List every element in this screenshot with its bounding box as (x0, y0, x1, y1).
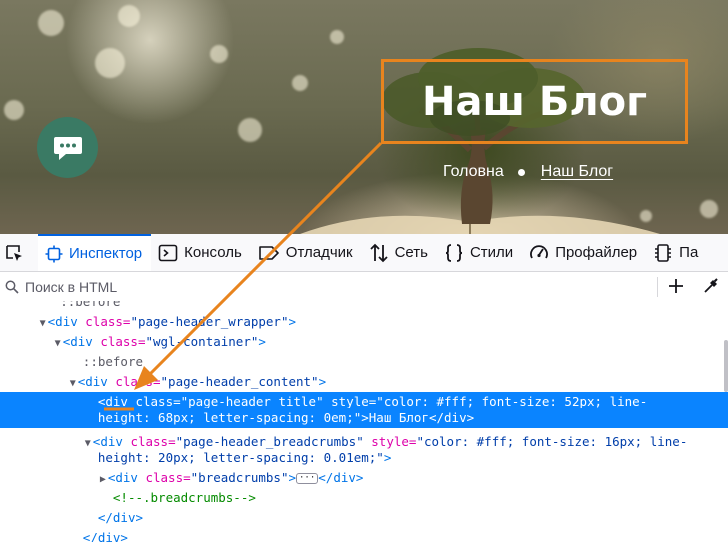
page-title: Наш Блог (421, 78, 648, 125)
tab-memory-label: Па (679, 244, 699, 261)
element-picker-button[interactable] (0, 234, 38, 271)
markup-row[interactable]: ▼ <div class="page-header_content"> (0, 372, 728, 394)
collapsed-children-button[interactable]: ··· (296, 473, 319, 484)
markup-row-selected[interactable]: height: 68px; letter-spacing: 0em;">Наш … (0, 408, 728, 428)
markup-view: ::before ▼ <div class="page-header_wrappe… (0, 301, 728, 542)
attr-name: class= (145, 470, 191, 485)
profiler-icon (530, 244, 549, 258)
selected-node-markup: <div class="page-header_title" style="co… (97, 394, 648, 409)
markup-row[interactable]: height: 20px; letter-spacing: 0.01em;"> (0, 448, 728, 468)
tag-close: > (288, 314, 297, 329)
pseudo-before-node: ::before (60, 301, 121, 309)
markup-row[interactable]: </div> (0, 508, 728, 528)
attr-name: style= (363, 434, 417, 449)
attr-value: "wgl-container" (145, 334, 259, 349)
tab-inspector[interactable]: Инспектор (38, 234, 152, 271)
attr-name: class= (130, 434, 176, 449)
attr-name: class= (115, 374, 161, 389)
markup-row[interactable]: ▼ <div class="wgl-container"> (0, 332, 728, 354)
console-icon (158, 244, 178, 261)
attr-value: "color: #fff; font-size: 16px; line- (416, 434, 688, 449)
memory-icon (655, 243, 672, 262)
html-search-input[interactable] (23, 277, 627, 296)
attr-value: "breadcrumbs" (190, 470, 289, 485)
markup-row[interactable]: </div> (0, 528, 728, 542)
comment-node: <!--.breadcrumbs--> (112, 490, 256, 505)
attr-name: class= (100, 334, 146, 349)
breadcrumb-separator (517, 168, 525, 176)
inspector-icon (45, 245, 63, 262)
markup-row[interactable]: <!--.breadcrumbs--> (0, 488, 728, 508)
tab-profiler[interactable]: Профайлер (522, 234, 646, 271)
tag-open: <div (77, 374, 116, 389)
tab-network[interactable]: Сеть (362, 234, 437, 271)
attr-value: "page-header_wrapper" (130, 314, 289, 329)
tag-end: </div> (82, 530, 128, 542)
tag-open: <div (47, 314, 86, 329)
expand-toggle-icon[interactable]: ▼ (38, 314, 48, 334)
network-icon (369, 243, 388, 262)
tag-open: <div (107, 470, 146, 485)
search-icon (5, 280, 19, 294)
tag-open: <div (62, 334, 101, 349)
markup-scrollbar[interactable] (724, 340, 728, 392)
tab-debugger-label: Отладчик (285, 244, 353, 261)
tag-close: > (383, 450, 392, 465)
tag-close: > (258, 334, 266, 349)
pseudo-before-node: ::before (82, 354, 144, 369)
expand-toggle-icon[interactable]: ▶ (98, 470, 108, 490)
debugger-icon (258, 245, 279, 260)
breadcrumb: Головна Наш Блог (443, 162, 613, 182)
add-node-icon[interactable] (666, 276, 686, 296)
tab-console-label: Консоль (184, 244, 242, 261)
element-picker-icon (6, 244, 22, 261)
style-editor-icon (445, 243, 463, 262)
expand-toggle-icon[interactable]: ▼ (68, 374, 78, 394)
page-title-highlight-box: Наш Блог (381, 59, 688, 144)
tag-close: > (288, 470, 297, 485)
page-header-hero: Наш Блог Головна Наш Блог (0, 0, 728, 234)
markup-row[interactable]: ::before (0, 301, 728, 312)
tab-memory[interactable]: Па (646, 234, 707, 271)
tab-profiler-label: Профайлер (555, 244, 638, 261)
tag-close: > (318, 374, 327, 389)
breadcrumb-home-link[interactable]: Головна (443, 163, 504, 181)
chat-bubble-icon (53, 136, 82, 160)
tab-style-editor[interactable]: Стили (437, 234, 522, 271)
tab-console[interactable]: Консоль (151, 234, 251, 271)
tab-debugger[interactable]: Отладчик (251, 234, 362, 271)
markup-row[interactable]: ▶ <div class="breadcrumbs"> ··· </div> (0, 468, 728, 490)
breadcrumb-current: Наш Блог (540, 163, 614, 180)
expand-toggle-icon[interactable]: ▼ (53, 334, 63, 354)
chat-button[interactable] (37, 117, 98, 178)
tag-end: </div> (318, 470, 364, 485)
markup-row[interactable]: ::before (0, 352, 728, 372)
attr-value: "page-header_breadcrumbs" (175, 434, 364, 449)
attr-value: "page-header_content" (160, 374, 319, 389)
html-search-bar (0, 272, 728, 302)
attr-value-cont: height: 20px; letter-spacing: 0.01em;" (97, 450, 384, 465)
toolbar-divider (657, 277, 658, 297)
tag-open: <div (92, 434, 131, 449)
devtools-toolbar: Инспектор Консоль Отладчик Сеть Стили Пр… (0, 234, 728, 272)
tab-network-label: Сеть (394, 244, 428, 261)
tab-style-editor-label: Стили (469, 244, 514, 261)
markup-row[interactable]: ▼ <div class="page-header_wrapper"> (0, 312, 728, 334)
attr-name: class= (85, 314, 131, 329)
selected-node-markup-cont: height: 68px; letter-spacing: 0em;">Наш … (97, 410, 475, 425)
tag-end: </div> (97, 510, 143, 525)
tab-inspector-label: Инспектор (69, 245, 143, 262)
eyedropper-icon[interactable] (702, 277, 720, 295)
